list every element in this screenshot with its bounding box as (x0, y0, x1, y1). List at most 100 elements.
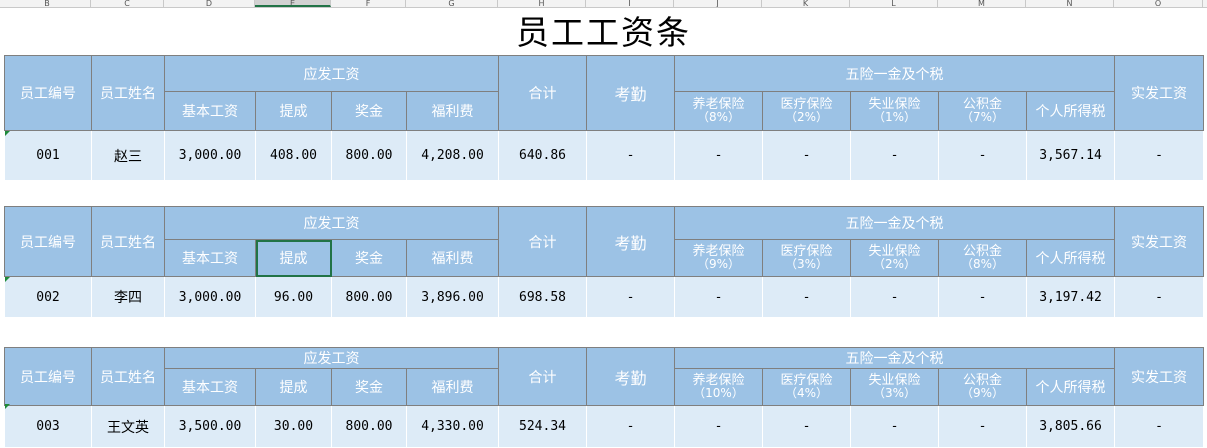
cell-medical[interactable]: - (762, 276, 851, 318)
cell-base-salary[interactable]: 3,000.00 (164, 276, 256, 318)
cell-housing-fund[interactable]: - (938, 130, 1027, 181)
header-housing-fund[interactable]: 公积金 （8%） (938, 239, 1027, 277)
cell-medical[interactable]: - (762, 405, 851, 448)
column-header-b[interactable]: B (4, 0, 91, 7)
header-emp-id[interactable]: 员工编号 (4, 55, 92, 131)
header-emp-name[interactable]: 员工姓名 (91, 206, 165, 277)
cell-bonus[interactable]: 800.00 (331, 130, 407, 181)
header-bonus[interactable]: 奖金 (331, 239, 407, 277)
cell-net-pay[interactable]: - (1114, 276, 1204, 318)
cell-welfare[interactable]: 4,208.00 (406, 130, 499, 181)
cell-welfare[interactable]: 4,330.00 (406, 405, 499, 448)
cell-net-pay[interactable]: - (1114, 130, 1204, 181)
column-header-d[interactable]: D (164, 0, 255, 7)
cell-attendance[interactable]: - (586, 130, 675, 181)
column-header-j[interactable]: J (674, 0, 762, 7)
column-header-h[interactable]: H (498, 0, 586, 7)
header-welfare[interactable]: 福利费 (406, 368, 499, 406)
header-emp-name[interactable]: 员工姓名 (91, 347, 165, 406)
header-medical[interactable]: 医疗保险 （4%） (762, 368, 851, 406)
header-pension[interactable]: 养老保险 （9%） (674, 239, 763, 277)
column-header-i[interactable]: I (586, 0, 674, 7)
cell-pension[interactable]: - (674, 130, 763, 181)
cell-pension[interactable]: - (674, 276, 763, 318)
cell-housing-fund[interactable]: - (938, 405, 1027, 448)
cell-attendance[interactable]: - (586, 276, 675, 318)
cell-base-salary[interactable]: 3,000.00 (164, 130, 256, 181)
header-bonus[interactable]: 奖金 (331, 91, 407, 131)
header-emp-id[interactable]: 员工编号 (4, 206, 92, 277)
header-total[interactable]: 合计 (498, 55, 587, 131)
header-insurance-group[interactable]: 五险一金及个税 (674, 206, 1115, 240)
header-emp-id[interactable]: 员工编号 (4, 347, 92, 406)
cell-medical[interactable]: - (762, 130, 851, 181)
header-net-pay[interactable]: 实发工资 (1114, 55, 1204, 131)
header-income-tax[interactable]: 个人所得税 (1026, 368, 1115, 406)
cell-emp-name[interactable]: 赵三 (91, 130, 165, 181)
cell-total[interactable]: 640.86 (498, 130, 587, 181)
header-total[interactable]: 合计 (498, 347, 587, 406)
header-pension[interactable]: 养老保险 （8%） (674, 91, 763, 131)
cell-commission[interactable]: 408.00 (255, 130, 332, 181)
cell-emp-name[interactable]: 王文英 (91, 405, 165, 448)
header-attendance[interactable]: 考勤 (586, 55, 675, 131)
cell-attendance[interactable]: - (586, 405, 675, 448)
header-medical[interactable]: 医疗保险 （3%） (762, 239, 851, 277)
header-base-salary[interactable]: 基本工资 (164, 368, 256, 406)
column-header-n[interactable]: N (1026, 0, 1114, 7)
header-gross-pay[interactable]: 应发工资 (164, 206, 499, 240)
header-base-salary[interactable]: 基本工资 (164, 239, 256, 277)
header-unemployment[interactable]: 失业保险 （1%） (850, 91, 939, 131)
cell-total[interactable]: 698.58 (498, 276, 587, 318)
header-gross-pay[interactable]: 应发工资 (164, 55, 499, 92)
cell-emp-id[interactable]: 003 (4, 405, 92, 448)
header-pension[interactable]: 养老保险 （10%） (674, 368, 763, 406)
cell-bonus[interactable]: 800.00 (331, 276, 407, 318)
column-header-o[interactable]: O (1114, 0, 1203, 7)
header-bonus[interactable]: 奖金 (331, 368, 407, 406)
cell-commission[interactable]: 96.00 (255, 276, 332, 318)
cell-welfare[interactable]: 3,896.00 (406, 276, 499, 318)
cell-emp-id[interactable]: 001 (4, 130, 92, 181)
header-housing-fund[interactable]: 公积金 （7%） (938, 91, 1027, 131)
header-insurance-group[interactable]: 五险一金及个税 (674, 347, 1115, 369)
header-unemployment[interactable]: 失业保险 （3%） (850, 368, 939, 406)
cell-bonus[interactable]: 800.00 (331, 405, 407, 448)
cell-income-tax[interactable]: 3,567.14 (1026, 130, 1115, 181)
column-header-g[interactable]: G (406, 0, 498, 7)
header-housing-fund[interactable]: 公积金 （9%） (938, 368, 1027, 406)
cell-total[interactable]: 524.34 (498, 405, 587, 448)
cell-emp-id[interactable]: 002 (4, 276, 92, 318)
cell-unemployment[interactable]: - (850, 405, 939, 448)
column-header-f[interactable]: F (331, 0, 406, 7)
header-commission[interactable]: 提成 (255, 368, 332, 406)
header-medical[interactable]: 医疗保险 （2%） (762, 91, 851, 131)
header-total[interactable]: 合计 (498, 206, 587, 277)
header-welfare[interactable]: 福利费 (406, 91, 499, 131)
header-welfare[interactable]: 福利费 (406, 239, 499, 277)
header-net-pay[interactable]: 实发工资 (1114, 206, 1204, 277)
header-commission[interactable]: 提成 (255, 239, 332, 277)
header-base-salary[interactable]: 基本工资 (164, 91, 256, 131)
column-header-k[interactable]: K (762, 0, 850, 7)
header-emp-name[interactable]: 员工姓名 (91, 55, 165, 131)
column-header-m[interactable]: M (938, 0, 1026, 7)
header-commission[interactable]: 提成 (255, 91, 332, 131)
header-unemployment[interactable]: 失业保险 （2%） (850, 239, 939, 277)
cell-base-salary[interactable]: 3,500.00 (164, 405, 256, 448)
cell-income-tax[interactable]: 3,197.42 (1026, 276, 1115, 318)
column-header-l[interactable]: L (850, 0, 938, 7)
cell-unemployment[interactable]: - (850, 130, 939, 181)
header-attendance[interactable]: 考勤 (586, 347, 675, 406)
cell-unemployment[interactable]: - (850, 276, 939, 318)
cell-income-tax[interactable]: 3,805.66 (1026, 405, 1115, 448)
cell-net-pay[interactable]: - (1114, 405, 1204, 448)
header-insurance-group[interactable]: 五险一金及个税 (674, 55, 1115, 92)
column-header-c[interactable]: C (91, 0, 164, 7)
header-income-tax[interactable]: 个人所得税 (1026, 239, 1115, 277)
cell-pension[interactable]: - (674, 405, 763, 448)
cell-housing-fund[interactable]: - (938, 276, 1027, 318)
header-net-pay[interactable]: 实发工资 (1114, 347, 1204, 406)
column-header-e[interactable]: E (255, 0, 331, 7)
cell-commission[interactable]: 30.00 (255, 405, 332, 448)
